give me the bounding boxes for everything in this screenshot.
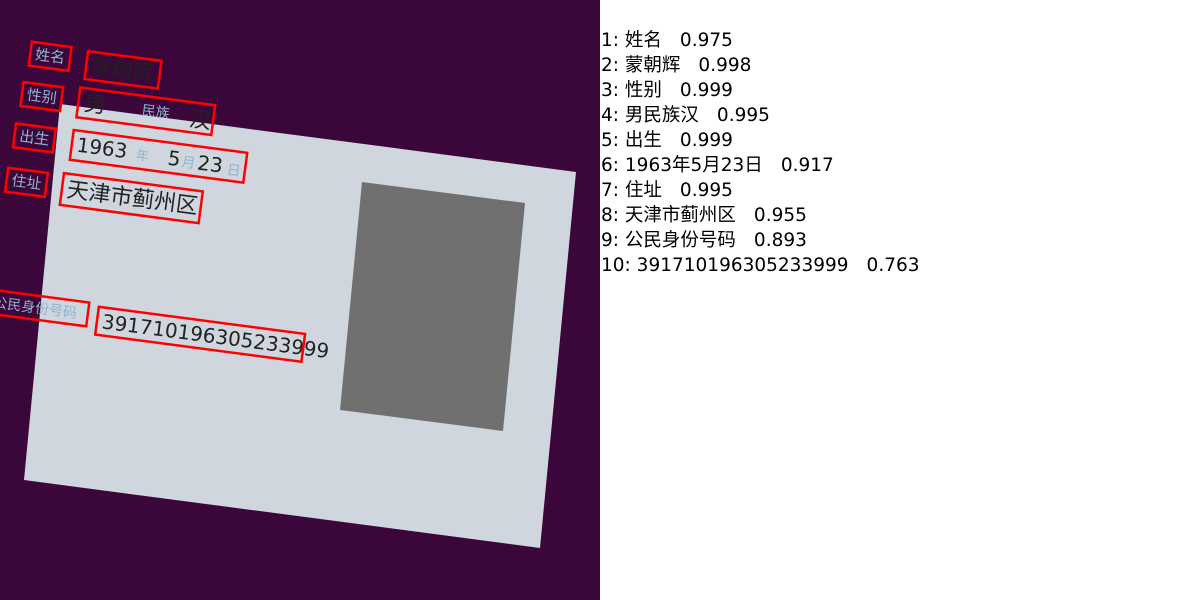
card-ethnicity: 汉 — [187, 107, 212, 135]
result-item: 10: 391710196305233999 0.763 — [601, 253, 920, 278]
result-index: 2: — [601, 55, 620, 76]
result-index: 4: — [601, 105, 620, 126]
result-index: 1: — [601, 30, 620, 51]
result-item: 7: 住址 0.995 — [601, 178, 920, 203]
result-score: 0.998 — [698, 55, 752, 76]
result-score: 0.995 — [679, 180, 733, 201]
result-item: 5: 出生 0.999 — [601, 128, 920, 153]
card-label-gender: 性别 — [26, 86, 58, 108]
result-score: 0.999 — [679, 130, 733, 151]
card-birth-day: 23 — [196, 151, 224, 178]
ocr-results-panel: 1: 姓名 0.975 2: 蒙朝辉 0.998 3: 性别 0.999 4: 男民族… — [600, 0, 1200, 600]
result-index: 10: — [601, 255, 631, 276]
image-panel: 姓名 蒙朝辉 性别 男 民族 汉 出生 1963 年 5 月 23 日 住址 天… — [0, 0, 600, 600]
result-score: 0.995 — [716, 105, 770, 126]
result-index: 8: — [601, 205, 620, 226]
result-score: 0.975 — [679, 30, 733, 51]
ocr-results-list: 1: 姓名 0.975 2: 蒙朝辉 0.998 3: 性别 0.999 4: 男民族… — [601, 28, 920, 278]
result-score: 0.917 — [780, 155, 834, 176]
result-text: 住址 — [624, 180, 662, 201]
result-item: 6: 1963年5月23日 0.917 — [601, 153, 920, 178]
result-text: 性别 — [624, 80, 662, 101]
result-text: 男民族汉 — [624, 105, 699, 126]
result-index: 6: — [601, 155, 620, 176]
card-label-month: 月 — [180, 154, 196, 172]
result-text: 蒙朝辉 — [624, 55, 681, 76]
result-index: 3: — [601, 80, 620, 101]
result-index: 9: — [601, 230, 620, 251]
result-score: 0.893 — [753, 230, 807, 251]
card-label-birth: 出生 — [18, 127, 50, 149]
result-text: 天津市蓟州区 — [624, 205, 736, 226]
result-item: 9: 公民身份号码 0.893 — [601, 228, 920, 253]
result-item: 1: 姓名 0.975 — [601, 28, 920, 53]
card-label-name: 姓名 — [34, 45, 66, 67]
result-item: 3: 性别 0.999 — [601, 78, 920, 103]
card-label-address: 住址 — [10, 171, 42, 193]
result-text: 公民身份号码 — [624, 230, 736, 251]
result-score: 0.763 — [866, 255, 920, 276]
id-card-image: 姓名 蒙朝辉 性别 男 民族 汉 出生 1963 年 5 月 23 日 住址 天… — [0, 40, 576, 548]
card-gender: 男 — [83, 91, 108, 119]
card-label-day: 日 — [226, 162, 242, 180]
result-score: 0.955 — [753, 205, 807, 226]
result-index: 5: — [601, 130, 620, 151]
card-label-year: 年 — [135, 148, 150, 165]
result-text: 1963年5月23日 — [624, 155, 763, 176]
photo-placeholder — [340, 182, 525, 431]
result-score: 0.999 — [679, 80, 733, 101]
result-text: 姓名 — [624, 30, 662, 51]
result-item: 2: 蒙朝辉 0.998 — [601, 53, 920, 78]
result-item: 4: 男民族汉 0.995 — [601, 103, 920, 128]
result-text: 出生 — [624, 130, 662, 151]
result-index: 7: — [601, 180, 620, 201]
result-item: 8: 天津市蓟州区 0.955 — [601, 203, 920, 228]
result-text: 391710196305233999 — [636, 255, 849, 276]
